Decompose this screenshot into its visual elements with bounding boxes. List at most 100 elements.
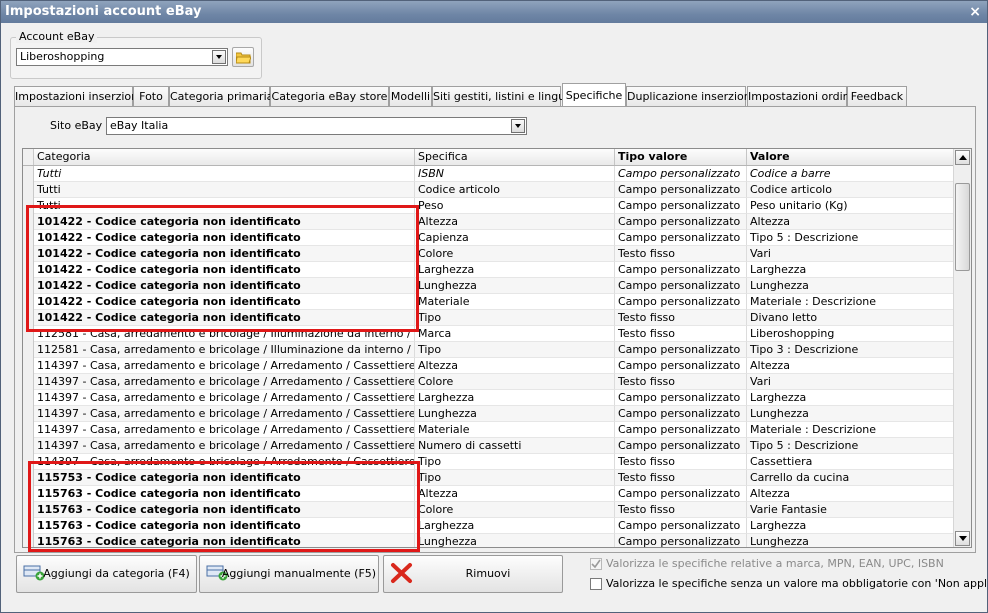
row-indicator[interactable] <box>23 502 34 518</box>
table-cell-c4[interactable]: Liberoshopping <box>747 326 956 342</box>
table-cell-c1[interactable]: 114397 - Casa, arredamento e bricolage /… <box>34 422 415 438</box>
row-indicator[interactable] <box>23 326 34 342</box>
tab-duplicazione-inserzioni[interactable]: Duplicazione inserzioni <box>626 86 754 106</box>
table-cell-c2[interactable]: Numero di cassetti <box>415 438 615 454</box>
table-cell-c4[interactable]: Altezza <box>747 486 956 502</box>
table-cell-c1[interactable]: 101422 - Codice categoria non identifica… <box>34 278 415 294</box>
table-row[interactable]: 101422 - Codice categoria non identifica… <box>23 214 956 230</box>
table-cell-c2[interactable]: Marca <box>415 326 615 342</box>
table-cell-c3[interactable]: Campo personalizzato <box>615 230 747 246</box>
table-row[interactable]: 114397 - Casa, arredamento e bricolage /… <box>23 358 956 374</box>
table-cell-c3[interactable]: Campo personalizzato <box>615 214 747 230</box>
add-manually-button[interactable]: Aggiungi manualmente (F5) <box>199 555 379 593</box>
table-cell-c3[interactable]: Testo fisso <box>615 246 747 262</box>
table-cell-c1[interactable]: Tutti <box>34 166 415 182</box>
table-cell-c1[interactable]: 101422 - Codice categoria non identifica… <box>34 230 415 246</box>
table-row[interactable]: Tutti ISBN Campo personalizzato Codice a ba… <box>23 166 956 182</box>
table-cell-c4[interactable]: Divano letto <box>747 310 956 326</box>
tab-impostazioni-ordini[interactable]: Impostazioni ordini <box>747 86 853 106</box>
table-row[interactable]: 112581 - Casa, arredamento e bricolage /… <box>23 326 956 342</box>
table-cell-c3[interactable]: Testo fisso <box>615 454 747 470</box>
remove-button[interactable]: Rimuovi <box>383 555 563 593</box>
table-cell-c3[interactable]: Testo fisso <box>615 470 747 486</box>
table-cell-c1[interactable]: 114397 - Casa, arredamento e bricolage /… <box>34 454 415 470</box>
row-indicator[interactable] <box>23 198 34 214</box>
table-cell-c1[interactable]: 112581 - Casa, arredamento e bricolage /… <box>34 326 415 342</box>
table-row[interactable]: 115763 - Codice categoria non identifica… <box>23 534 956 547</box>
table-cell-c1[interactable]: 115763 - Codice categoria non identifica… <box>34 486 415 502</box>
table-cell-c1[interactable]: 114397 - Casa, arredamento e bricolage /… <box>34 406 415 422</box>
row-indicator[interactable] <box>23 390 34 406</box>
table-cell-c1[interactable]: 101422 - Codice categoria non identifica… <box>34 246 415 262</box>
table-cell-c3[interactable]: Campo personalizzato <box>615 198 747 214</box>
table-cell-c3[interactable]: Testo fisso <box>615 310 747 326</box>
vertical-scrollbar[interactable] <box>953 149 971 547</box>
chevron-down-icon[interactable] <box>212 50 226 64</box>
table-row[interactable]: 115763 - Codice categoria non identifica… <box>23 502 956 518</box>
table-cell-c4[interactable]: Varie Fantasie <box>747 502 956 518</box>
header-tipo-valore[interactable]: Tipo valore <box>615 149 747 165</box>
table-cell-c1[interactable]: 115763 - Codice categoria non identifica… <box>34 518 415 534</box>
row-indicator[interactable] <box>23 438 34 454</box>
table-cell-c2[interactable]: Colore <box>415 246 615 262</box>
row-indicator[interactable] <box>23 214 34 230</box>
table-cell-c1[interactable]: 114397 - Casa, arredamento e bricolage /… <box>34 438 415 454</box>
table-cell-c1[interactable]: 101422 - Codice categoria non identifica… <box>34 262 415 278</box>
table-cell-c2[interactable]: Larghezza <box>415 518 615 534</box>
table-cell-c1[interactable]: Tutti <box>34 198 415 214</box>
table-cell-c2[interactable]: Tipo <box>415 470 615 486</box>
table-cell-c1[interactable]: 101422 - Codice categoria non identifica… <box>34 294 415 310</box>
tab-impostazioni-inserzioni[interactable]: Impostazioni inserzioni <box>14 86 141 106</box>
table-cell-c3[interactable]: Testo fisso <box>615 502 747 518</box>
table-cell-c2[interactable]: Lunghezza <box>415 406 615 422</box>
table-cell-c1[interactable]: 101422 - Codice categoria non identifica… <box>34 310 415 326</box>
row-indicator[interactable] <box>23 342 34 358</box>
table-cell-c4[interactable]: Tipo 3 : Descrizione <box>747 342 956 358</box>
chevron-down-icon[interactable] <box>511 119 525 133</box>
row-indicator[interactable] <box>23 518 34 534</box>
table-cell-c2[interactable]: Colore <box>415 502 615 518</box>
table-cell-c3[interactable]: Campo personalizzato <box>615 422 747 438</box>
row-indicator[interactable] <box>23 166 34 182</box>
table-cell-c4[interactable]: Peso unitario (Kg) <box>747 198 956 214</box>
table-row[interactable]: 115763 - Codice categoria non identifica… <box>23 518 956 534</box>
tab-modelli[interactable]: Modelli <box>389 86 432 106</box>
table-row[interactable]: 115763 - Codice categoria non identifica… <box>23 486 956 502</box>
table-row[interactable]: 114397 - Casa, arredamento e bricolage /… <box>23 390 956 406</box>
table-row[interactable]: 114397 - Casa, arredamento e bricolage /… <box>23 422 956 438</box>
table-cell-c1[interactable]: 115763 - Codice categoria non identifica… <box>34 502 415 518</box>
table-row[interactable]: Tutti Peso Campo personalizzato Peso unitar… <box>23 198 956 214</box>
table-cell-c4[interactable]: Larghezza <box>747 262 956 278</box>
row-indicator[interactable] <box>23 230 34 246</box>
row-indicator[interactable] <box>23 278 34 294</box>
specifics-grid[interactable]: Categoria Specifica Tipo valore Valore T… <box>22 148 972 548</box>
table-row[interactable]: 114397 - Casa, arredamento e bricolage /… <box>23 454 956 470</box>
table-cell-c4[interactable]: Vari <box>747 246 956 262</box>
table-cell-c2[interactable]: Tipo <box>415 342 615 358</box>
table-cell-c1[interactable]: 112581 - Casa, arredamento e bricolage /… <box>34 342 415 358</box>
table-cell-c2[interactable]: Tipo <box>415 454 615 470</box>
table-cell-c3[interactable]: Campo personalizzato <box>615 278 747 294</box>
table-cell-c1[interactable]: 115763 - Codice categoria non identifica… <box>34 534 415 547</box>
table-row[interactable]: 112581 - Casa, arredamento e bricolage /… <box>23 342 956 358</box>
table-cell-c4[interactable]: Lunghezza <box>747 534 956 547</box>
table-row[interactable]: 114397 - Casa, arredamento e bricolage /… <box>23 406 956 422</box>
table-cell-c2[interactable]: Peso <box>415 198 615 214</box>
table-cell-c4[interactable]: Lunghezza <box>747 406 956 422</box>
close-icon[interactable]: × <box>969 1 981 23</box>
table-cell-c1[interactable]: 114397 - Casa, arredamento e bricolage /… <box>34 374 415 390</box>
brand-mpn-checkbox[interactable] <box>590 558 602 570</box>
table-cell-c2[interactable]: Materiale <box>415 294 615 310</box>
row-indicator[interactable] <box>23 182 34 198</box>
tab-categoria-ebay-store[interactable]: Categoria eBay store <box>270 86 389 106</box>
header-valore[interactable]: Valore <box>747 149 956 165</box>
account-select[interactable]: Liberoshopping <box>16 48 228 66</box>
table-cell-c3[interactable]: Campo personalizzato <box>615 358 747 374</box>
table-cell-c2[interactable]: Larghezza <box>415 390 615 406</box>
table-cell-c3[interactable]: Testo fisso <box>615 374 747 390</box>
table-row[interactable]: 101422 - Codice categoria non identifica… <box>23 246 956 262</box>
table-cell-c2[interactable]: Altezza <box>415 358 615 374</box>
row-indicator[interactable] <box>23 246 34 262</box>
table-cell-c3[interactable]: Campo personalizzato <box>615 294 747 310</box>
header-specifica[interactable]: Specifica <box>415 149 615 165</box>
